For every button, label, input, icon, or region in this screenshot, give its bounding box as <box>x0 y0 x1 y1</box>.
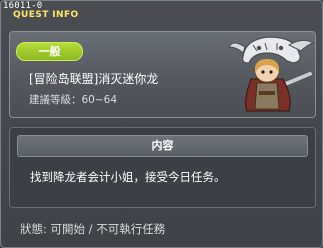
window-title: QUEST INFO <box>13 10 79 20</box>
quest-content-text: 找到降龙者会计小姐，接受今日任务。 <box>30 170 226 184</box>
dragon-skull-knight-npc-icon <box>228 36 315 112</box>
quest-name: [冒险岛联盟]消灭迷你龙 <box>29 72 159 86</box>
content-section-header: 内容 <box>17 135 308 157</box>
recommended-level: 建議等級：60~64 <box>29 94 118 106</box>
quest-category-badge: 一般 <box>16 42 83 61</box>
quest-info-window: 16011-0 QUEST INFO 一般 [冒险岛联盟]消灭迷你龙 建議等級：… <box>0 0 323 248</box>
quest-status-text: 狀態: 可開始 / 不可執行任務 <box>20 222 166 236</box>
